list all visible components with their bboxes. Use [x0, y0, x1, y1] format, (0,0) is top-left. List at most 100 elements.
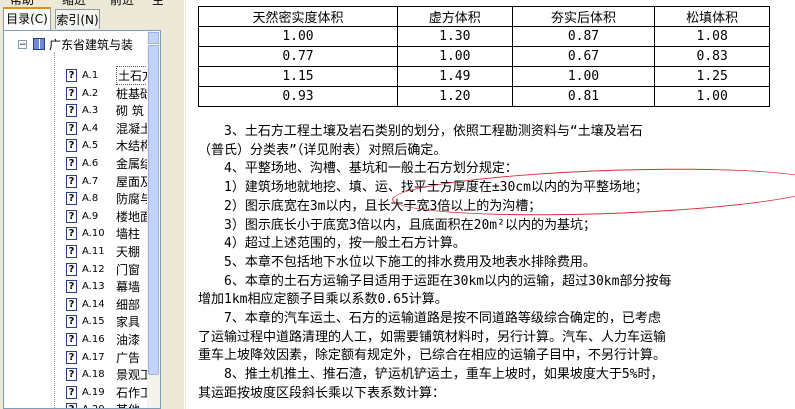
tree-item[interactable]: ? A.9 楼地面: [66, 209, 152, 224]
table-cell: 1.00: [654, 86, 770, 107]
tree-item-code: A.3: [82, 105, 99, 117]
tree-item[interactable]: ? A.6 金属结: [66, 156, 152, 171]
tree-item[interactable]: ? A.4 混凝土: [66, 121, 152, 136]
pane-splitter[interactable]: [163, 0, 186, 409]
table-row: 0.77 1.00 0.67 0.83: [198, 46, 770, 67]
help-page-icon: ?: [66, 403, 77, 408]
tree-item-title: 其他: [116, 401, 140, 408]
tree-item[interactable]: ? A.3 砌 筑: [66, 103, 144, 118]
tree-item-code: A.15: [82, 316, 105, 328]
tree-item[interactable]: ? A.1 土石方: [66, 66, 157, 85]
tree-item[interactable]: ? A.19 石作工: [66, 385, 152, 400]
tree-connector-line: [54, 52, 56, 408]
table-row: 1.00 1.30 0.87 1.08: [198, 26, 770, 47]
tree-item[interactable]: ? A.7 屋面及: [66, 174, 152, 189]
tree-item-title: 家具: [116, 315, 141, 330]
help-page-icon: ?: [66, 385, 77, 399]
table-cell: 0.77: [198, 46, 398, 67]
tab-contents[interactable]: 目录(C): [3, 7, 51, 30]
table-cell: 1.00: [198, 26, 398, 47]
tree-item-code: A.5: [82, 140, 99, 152]
help-page-icon: ?: [66, 280, 77, 294]
tree-item[interactable]: ? A.2 桩基础: [66, 86, 152, 101]
document-line: 4）超过上述范围的，按一般土石方计算。: [224, 236, 466, 252]
document-line: 了运输过程中道路清理的人工，如需要铺筑材料时，另行计算。汽车、人力车运输: [198, 329, 667, 345]
tree-item[interactable]: ? A.18 景观工: [66, 367, 152, 382]
tree-item-code: A.17: [82, 351, 105, 363]
soil-volume-ratio-table: 天然密实度体积 虚方体积 夯实后体积 松填体积 1.00 1.30 0.87 1.08 0.7…: [198, 6, 770, 107]
tree-item-code: A.8: [82, 193, 99, 205]
help-page-icon: ?: [66, 333, 77, 346]
tree-item[interactable]: ? A.13 幕墙: [66, 279, 140, 294]
help-page-icon: ?: [66, 227, 77, 241]
tree-item-code: A.6: [82, 158, 99, 169]
document-line: 其运距按坡度区段斜长乘以下表系数计算：: [198, 385, 446, 401]
tree-item[interactable]: ? A.17 广告: [66, 350, 140, 365]
tree-item-code: A.19: [82, 386, 105, 398]
document-line: 8、推土机推土、推石渣，铲运机铲运土，重车上坡时，如果坡度大于5%时，: [224, 367, 664, 383]
table-header-cell: 松填体积: [654, 6, 770, 27]
tree-item[interactable]: ? A.15 家具: [66, 314, 140, 329]
table-cell: 1.20: [396, 86, 513, 107]
help-page-icon: ?: [66, 192, 77, 206]
table-cell: 1.25: [654, 66, 770, 87]
tree-item[interactable]: ? A.5 木结构: [66, 138, 152, 153]
help-page-icon: ?: [66, 174, 77, 188]
tree-item-code: A.1: [82, 70, 99, 81]
tree-item-title: 门窗: [116, 262, 141, 277]
document-line: 5、本章不包括地下水位以下施工的排水费用及地表水排除费用。: [224, 254, 596, 270]
tree-item-title: 细部: [116, 297, 141, 312]
table-row: 1.15 1.49 1.00 1.25: [198, 66, 770, 87]
table-cell: 0.93: [198, 86, 398, 107]
help-page-icon: ?: [66, 104, 77, 118]
document-line: 3、土石方工程土壤及岩石类别的划分，依照工程勘测资料与“土壤及岩石: [224, 124, 643, 139]
help-page-icon: ?: [66, 297, 77, 311]
tree-item-title: 广告: [116, 350, 141, 365]
table-header-cell: 虚方体积: [396, 6, 513, 27]
help-page-icon: ?: [66, 209, 77, 223]
table-cell: 0.67: [511, 46, 656, 67]
tree-root-node[interactable]: − 广东省建筑与装: [18, 36, 133, 52]
help-page-icon: ?: [66, 157, 77, 170]
scroll-thumb[interactable]: [148, 45, 159, 375]
help-page-icon: ?: [66, 350, 77, 364]
navigation-pane: 目录(C) 索引(N) − 广东省建筑与装 ? A.1 土石方? A.2 桩基础? A.3…: [0, 6, 163, 409]
table-cell: 1.49: [396, 66, 513, 87]
contents-tree[interactable]: − 广东省建筑与装 ? A.1 土石方? A.2 桩基础? A.3 砌 筑? A.4 混凝土? A…: [3, 30, 161, 409]
table-cell: 1.00: [396, 46, 513, 67]
tree-item-code: A.16: [82, 334, 105, 345]
tree-item[interactable]: ? A.20其他: [66, 401, 140, 408]
tree-item[interactable]: ? A.16 油漆: [66, 332, 140, 347]
tree-item[interactable]: ? A.14 细部: [66, 297, 140, 312]
scroll-up-button[interactable]: [148, 32, 159, 44]
document-line: 增加1km相应定额子目乘以系数0.65计算。: [198, 292, 448, 308]
tree-item-code: A.9: [82, 210, 99, 222]
table-header-cell: 天然密实度体积: [198, 6, 398, 27]
tree-item[interactable]: ? A.12 门窗: [66, 262, 140, 277]
tab-index[interactable]: 索引(N): [55, 9, 100, 29]
table-cell: 1.30: [396, 26, 513, 47]
tree-item[interactable]: ? A.11 天棚: [66, 244, 140, 259]
tree-item-code: A.13: [82, 281, 105, 293]
tree-vertical-scrollbar[interactable]: [147, 31, 160, 408]
table-cell: 1.08: [654, 26, 770, 47]
tree-item[interactable]: ? A.10 墙柱: [66, 226, 140, 241]
tree-item-title: 砌 筑: [116, 104, 144, 119]
help-page-icon: ?: [66, 245, 77, 258]
tree-item-title: 墙柱: [116, 227, 141, 242]
table-header-cell: 夯实后体积: [511, 6, 656, 27]
tree-item-code: A.4: [82, 122, 99, 134]
table-cell: 0.81: [511, 86, 656, 107]
help-page-icon: ?: [66, 121, 77, 135]
help-page-icon: ?: [66, 69, 77, 82]
collapse-icon[interactable]: −: [18, 39, 27, 49]
table-cell: 0.87: [511, 26, 656, 47]
document-line: （普氏）分类表”（详见附表）对照后确定。: [198, 142, 447, 158]
document-content: 天然密实度体积 虚方体积 夯实后体积 松填体积 1.00 1.30 0.87 1.08 0.7…: [186, 0, 795, 409]
help-page-icon: ?: [66, 262, 77, 276]
tree-item-code: A.2: [82, 87, 99, 99]
tree-item-title: 幕墙: [116, 280, 141, 295]
tree-item[interactable]: ? A.8 防腐与: [66, 191, 152, 206]
tree-item-title: 天棚: [116, 245, 141, 259]
tree-item-code: A.10: [82, 228, 105, 240]
